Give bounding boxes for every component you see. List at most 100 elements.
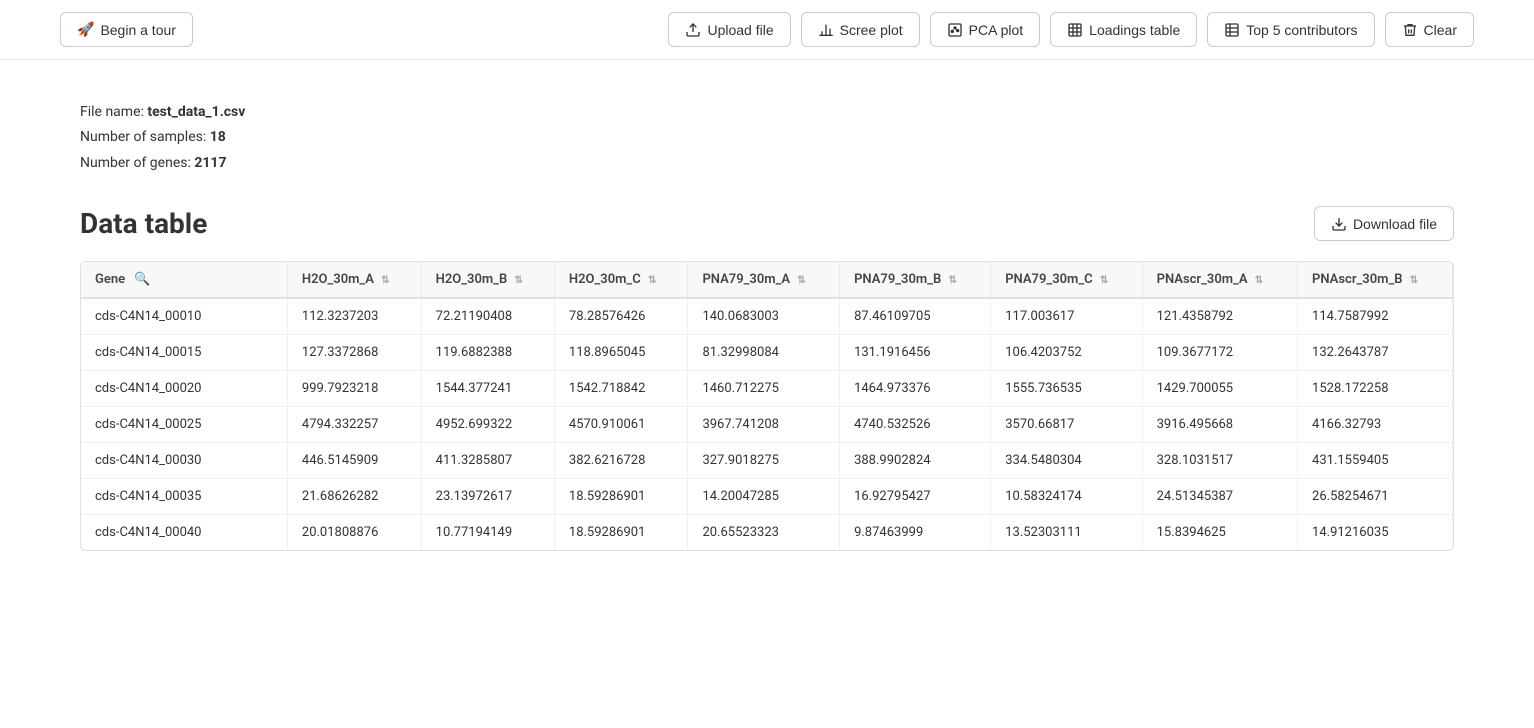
col-h2o-30m-a: H2O_30m_A ⇅ bbox=[287, 262, 421, 298]
table-row: cds-C4N14_00010112.323720372.2119040878.… bbox=[81, 298, 1453, 335]
value-cell: 1528.172258 bbox=[1298, 371, 1453, 407]
value-cell: 20.01808876 bbox=[287, 515, 421, 551]
sort-icon[interactable]: ⇅ bbox=[381, 275, 389, 286]
value-cell: 14.91216035 bbox=[1298, 515, 1453, 551]
value-cell: 117.003617 bbox=[991, 298, 1142, 335]
value-cell: 20.65523323 bbox=[688, 515, 840, 551]
sort-icon[interactable]: ⇅ bbox=[648, 275, 656, 286]
col-gene: Gene 🔍 bbox=[81, 262, 287, 298]
value-cell: 388.9902824 bbox=[840, 443, 991, 479]
gene-cell: cds-C4N14_00040 bbox=[81, 515, 287, 551]
trash-icon bbox=[1402, 21, 1418, 38]
value-cell: 1544.377241 bbox=[421, 371, 554, 407]
data-table-title: Data table bbox=[80, 207, 207, 240]
value-cell: 87.46109705 bbox=[840, 298, 991, 335]
sort-icon[interactable]: ⇅ bbox=[1410, 275, 1418, 286]
pca-plot-label: PCA plot bbox=[969, 22, 1023, 38]
value-cell: 127.3372868 bbox=[287, 335, 421, 371]
sort-icon[interactable]: ⇅ bbox=[1255, 275, 1263, 286]
clear-label: Clear bbox=[1424, 22, 1457, 38]
value-cell: 431.1559405 bbox=[1298, 443, 1453, 479]
center-toolbar: Upload file Scree plot bbox=[668, 12, 1374, 47]
upload-file-label: Upload file bbox=[707, 22, 773, 38]
table-row: cds-C4N14_00030446.5145909411.3285807382… bbox=[81, 443, 1453, 479]
download-file-label: Download file bbox=[1353, 216, 1437, 232]
search-icon[interactable]: 🔍 bbox=[134, 272, 150, 287]
value-cell: 411.3285807 bbox=[421, 443, 554, 479]
gene-cell: cds-C4N14_00020 bbox=[81, 371, 287, 407]
table-row: cds-C4N14_00015127.3372868119.6882388118… bbox=[81, 335, 1453, 371]
value-cell: 24.51345387 bbox=[1142, 479, 1297, 515]
begin-tour-button[interactable]: 🚀 Begin a tour bbox=[60, 12, 193, 47]
table-row: cds-C4N14_000254794.3322574952.699322457… bbox=[81, 407, 1453, 443]
value-cell: 334.5480304 bbox=[991, 443, 1142, 479]
value-cell: 10.77194149 bbox=[421, 515, 554, 551]
file-name-row: File name: test_data_1.csv bbox=[80, 100, 1454, 125]
top5-label: Top 5 contributors bbox=[1246, 22, 1357, 38]
value-cell: 4166.32793 bbox=[1298, 407, 1453, 443]
value-cell: 1464.973376 bbox=[840, 371, 991, 407]
col-pna79-30m-a: PNA79_30m_A ⇅ bbox=[688, 262, 840, 298]
value-cell: 118.8965045 bbox=[554, 335, 688, 371]
table-row: cds-C4N14_0003521.6862628223.1397261718.… bbox=[81, 479, 1453, 515]
col-pnascr-30m-a: PNAscr_30m_A ⇅ bbox=[1142, 262, 1297, 298]
value-cell: 15.8394625 bbox=[1142, 515, 1297, 551]
col-pna79-30m-c: PNA79_30m_C ⇅ bbox=[991, 262, 1142, 298]
value-cell: 1460.712275 bbox=[688, 371, 840, 407]
sort-icon[interactable]: ⇅ bbox=[1100, 275, 1108, 286]
col-h2o-30m-b: H2O_30m_B ⇅ bbox=[421, 262, 554, 298]
value-cell: 3570.66817 bbox=[991, 407, 1142, 443]
upload-icon bbox=[685, 21, 701, 38]
value-cell: 18.59286901 bbox=[554, 479, 688, 515]
col-pnascr-30m-b: PNAscr_30m_B ⇅ bbox=[1298, 262, 1453, 298]
gene-cell: cds-C4N14_00010 bbox=[81, 298, 287, 335]
genes-label: Number of genes: bbox=[80, 155, 191, 171]
value-cell: 4952.699322 bbox=[421, 407, 554, 443]
file-info: File name: test_data_1.csv Number of sam… bbox=[80, 100, 1454, 176]
value-cell: 112.3237203 bbox=[287, 298, 421, 335]
value-cell: 999.7923218 bbox=[287, 371, 421, 407]
top5-contributors-button[interactable]: Top 5 contributors bbox=[1207, 12, 1374, 47]
value-cell: 1555.736535 bbox=[991, 371, 1142, 407]
value-cell: 21.68626282 bbox=[287, 479, 421, 515]
gene-cell: cds-C4N14_00035 bbox=[81, 479, 287, 515]
bar-chart-icon bbox=[818, 21, 834, 38]
download-file-button[interactable]: Download file bbox=[1314, 206, 1454, 241]
genes-row: Number of genes: 2117 bbox=[80, 151, 1454, 176]
value-cell: 114.7587992 bbox=[1298, 298, 1453, 335]
begin-tour-label: Begin a tour bbox=[100, 22, 176, 38]
value-cell: 4570.910061 bbox=[554, 407, 688, 443]
gene-cell: cds-C4N14_00025 bbox=[81, 407, 287, 443]
value-cell: 121.4358792 bbox=[1142, 298, 1297, 335]
loadings-table-button[interactable]: Loadings table bbox=[1050, 12, 1197, 47]
pca-plot-button[interactable]: PCA plot bbox=[930, 12, 1040, 47]
toolbar: 🚀 Begin a tour Upload file bbox=[0, 0, 1534, 60]
download-icon bbox=[1331, 215, 1347, 232]
table-row: cds-C4N14_00020999.79232181544.377241154… bbox=[81, 371, 1453, 407]
scree-plot-button[interactable]: Scree plot bbox=[801, 12, 920, 47]
clear-button[interactable]: Clear bbox=[1385, 12, 1474, 47]
sort-icon[interactable]: ⇅ bbox=[948, 275, 956, 286]
value-cell: 1542.718842 bbox=[554, 371, 688, 407]
col-gene-label: Gene bbox=[95, 272, 125, 287]
value-cell: 3916.495668 bbox=[1142, 407, 1297, 443]
rocket-icon: 🚀 bbox=[77, 21, 94, 38]
sort-icon[interactable]: ⇅ bbox=[797, 275, 805, 286]
value-cell: 132.2643787 bbox=[1298, 335, 1453, 371]
value-cell: 72.21190408 bbox=[421, 298, 554, 335]
value-cell: 382.6216728 bbox=[554, 443, 688, 479]
value-cell: 13.52303111 bbox=[991, 515, 1142, 551]
value-cell: 3967.741208 bbox=[688, 407, 840, 443]
col-pna79-30m-b: PNA79_30m_B ⇅ bbox=[840, 262, 991, 298]
value-cell: 14.20047285 bbox=[688, 479, 840, 515]
scatter-icon bbox=[947, 21, 963, 38]
sort-icon[interactable]: ⇅ bbox=[514, 275, 522, 286]
samples-value: 18 bbox=[210, 129, 226, 145]
value-cell: 78.28576426 bbox=[554, 298, 688, 335]
gene-cell: cds-C4N14_00030 bbox=[81, 443, 287, 479]
table-header-row: Gene 🔍 H2O_30m_A ⇅ H2O_30m_B ⇅ H2O_30m_C… bbox=[81, 262, 1453, 298]
upload-file-button[interactable]: Upload file bbox=[668, 12, 790, 47]
table-icon bbox=[1067, 21, 1083, 38]
samples-label: Number of samples: bbox=[80, 129, 206, 145]
grid-icon bbox=[1224, 21, 1240, 38]
